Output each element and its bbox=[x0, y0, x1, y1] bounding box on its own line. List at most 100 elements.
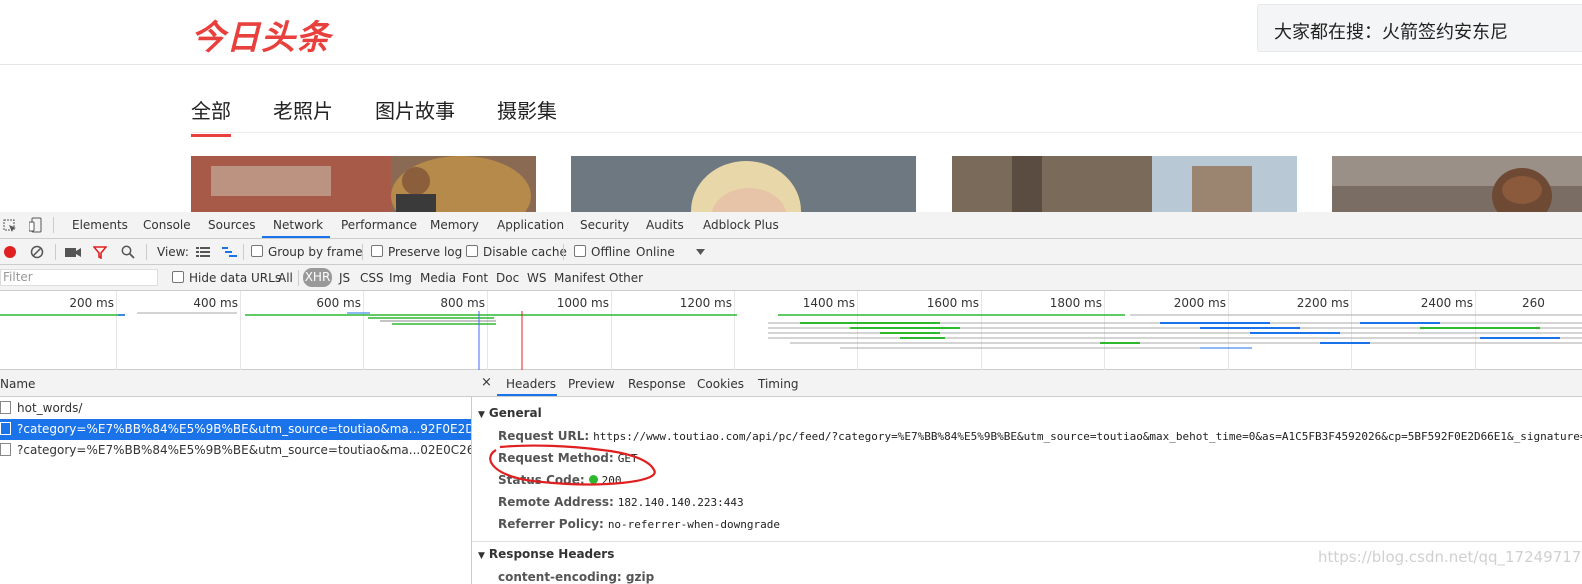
screenshot-camera-icon[interactable] bbox=[65, 246, 81, 258]
response-headers-title: Response Headers bbox=[488, 547, 615, 561]
filter-type-js[interactable]: JS bbox=[339, 271, 350, 285]
referrer-policy-label: Referrer Policy: bbox=[498, 517, 604, 531]
disable-cache-label: Disable cache bbox=[483, 245, 567, 259]
remote-address-label: Remote Address: bbox=[498, 495, 614, 509]
group-by-frame-label: Group by frame bbox=[268, 245, 363, 259]
section-divider bbox=[472, 541, 1582, 542]
response-header-row: content-encoding: gzip bbox=[498, 570, 654, 584]
separator bbox=[243, 244, 244, 260]
search-box[interactable]: 大家都在搜：火箭签约安东尼 bbox=[1257, 4, 1582, 52]
throttle-value: Online bbox=[636, 245, 675, 259]
request-name: hot_words/ bbox=[17, 401, 83, 415]
network-toolbar: View: Group by frame Preserve log Disabl… bbox=[0, 239, 1582, 265]
devtools-tabbar: Elements Console Sources Network Perform… bbox=[0, 212, 1582, 239]
offline-checkbox[interactable]: Offline bbox=[574, 245, 630, 259]
filter-type-ws[interactable]: WS bbox=[527, 271, 546, 285]
tab-all[interactable]: 全部 bbox=[191, 95, 231, 137]
separator bbox=[563, 244, 564, 260]
separator bbox=[298, 270, 299, 286]
offline-label: Offline bbox=[591, 245, 631, 259]
gallery-thumbnail[interactable] bbox=[191, 156, 536, 212]
filter-icon[interactable] bbox=[93, 245, 107, 259]
tabs-divider bbox=[191, 132, 1582, 133]
tab-audits[interactable]: Audits bbox=[646, 218, 684, 232]
filter-type-img[interactable]: Img bbox=[389, 271, 412, 285]
hide-data-urls-label: Hide data URLs bbox=[189, 271, 282, 285]
header-divider bbox=[0, 64, 1582, 65]
site-logo[interactable]: 今日头条 bbox=[191, 10, 331, 59]
tab-network[interactable]: Network bbox=[273, 218, 323, 232]
large-rows-icon[interactable] bbox=[196, 246, 210, 258]
request-row[interactable]: hot_words/ bbox=[0, 398, 471, 419]
referrer-policy-value: no-referrer-when-downgrade bbox=[607, 518, 780, 531]
active-tab-indicator bbox=[262, 236, 330, 238]
disable-cache-checkbox[interactable]: Disable cache bbox=[466, 245, 567, 259]
request-url-value: https://www.toutiao.com/api/pc/feed/?cat… bbox=[593, 430, 1582, 443]
separator bbox=[55, 244, 56, 260]
filter-type-doc[interactable]: Doc bbox=[496, 271, 519, 285]
filter-type-css[interactable]: CSS bbox=[360, 271, 384, 285]
filter-type-font[interactable]: Font bbox=[462, 271, 488, 285]
tab-sources[interactable]: Sources bbox=[208, 218, 255, 232]
chevron-down-icon[interactable] bbox=[696, 249, 705, 255]
network-overview-timeline[interactable]: 200 ms 400 ms 600 ms 800 ms 1000 ms 1200… bbox=[0, 291, 1582, 370]
tab-old-photos[interactable]: 老照片 bbox=[273, 95, 333, 137]
filter-type-xhr[interactable]: XHR bbox=[303, 268, 332, 287]
filter-type-all[interactable]: All bbox=[278, 271, 293, 285]
throttle-select[interactable]: Online bbox=[636, 245, 675, 259]
red-hand-drawn-circle-annotation bbox=[489, 444, 656, 486]
timeline-bars bbox=[0, 311, 1582, 370]
view-label: View: bbox=[157, 245, 189, 259]
webpage: 今日头条 大家都在搜：火箭签约安东尼 全部 老照片 图片故事 摄影集 bbox=[0, 0, 1582, 212]
watermark-text: https://blog.csdn.net/qq_17249717 bbox=[1318, 548, 1582, 566]
filter-type-media[interactable]: Media bbox=[420, 271, 456, 285]
search-icon[interactable] bbox=[121, 245, 135, 259]
group-by-frame-checkbox[interactable]: Group by frame bbox=[251, 245, 362, 259]
search-placeholder: 大家都在搜：火箭签约安东尼 bbox=[1274, 22, 1508, 43]
devtools-panel: Elements Console Sources Network Perform… bbox=[0, 212, 1582, 584]
tab-elements[interactable]: Elements bbox=[72, 218, 128, 232]
response-headers-section-header[interactable]: ▼ Response Headers bbox=[478, 547, 614, 561]
tab-photo-albums[interactable]: 摄影集 bbox=[497, 95, 557, 137]
gallery-thumbnail[interactable] bbox=[1332, 156, 1582, 212]
gallery-thumbnail[interactable] bbox=[952, 156, 1297, 212]
category-tabs: 全部 老照片 图片故事 摄影集 bbox=[191, 95, 599, 137]
tab-timing[interactable]: Timing bbox=[758, 377, 799, 391]
tab-application[interactable]: Application bbox=[497, 218, 564, 232]
file-icon bbox=[0, 422, 11, 435]
request-row-selected[interactable]: ?category=%E7%BB%84%E5%9B%BE&utm_source=… bbox=[0, 419, 471, 440]
response-header-text: content-encoding: gzip bbox=[498, 570, 655, 584]
name-column-header[interactable]: Name bbox=[0, 370, 472, 397]
clear-icon[interactable] bbox=[30, 245, 44, 259]
tab-security[interactable]: Security bbox=[580, 218, 629, 232]
tab-memory[interactable]: Memory bbox=[430, 218, 479, 232]
record-icon[interactable] bbox=[3, 245, 17, 259]
request-name: ?category=%E7%BB%84%E5%9B%BE&utm_source=… bbox=[17, 443, 471, 457]
preserve-log-label: Preserve log bbox=[388, 245, 463, 259]
remote-address-value: 182.140.140.223:443 bbox=[617, 496, 744, 509]
file-icon bbox=[0, 401, 11, 414]
device-toolbar-icon[interactable] bbox=[29, 217, 43, 233]
request-row[interactable]: ?category=%E7%BB%84%E5%9B%BE&utm_source=… bbox=[0, 440, 471, 461]
tab-photo-stories[interactable]: 图片故事 bbox=[375, 95, 455, 137]
filter-type-manifest[interactable]: Manifest bbox=[554, 271, 605, 285]
tab-adblock-plus[interactable]: Adblock Plus bbox=[703, 218, 779, 232]
referrer-policy-row: Referrer Policy: no-referrer-when-downgra… bbox=[498, 517, 780, 531]
separator bbox=[146, 244, 147, 260]
remote-address-row: Remote Address: 182.140.140.223:443 bbox=[498, 495, 744, 509]
tab-cookies[interactable]: Cookies bbox=[697, 377, 744, 391]
filter-type-other[interactable]: Other bbox=[609, 271, 643, 285]
filter-input[interactable]: Filter bbox=[0, 269, 158, 286]
tab-performance[interactable]: Performance bbox=[341, 218, 417, 232]
gallery-thumbnail[interactable] bbox=[571, 156, 916, 212]
waterfall-overview-icon[interactable] bbox=[222, 246, 238, 258]
file-icon bbox=[0, 443, 11, 456]
request-name: ?category=%E7%BB%84%E5%9B%BE&utm_source=… bbox=[17, 422, 471, 436]
separator bbox=[53, 217, 54, 233]
tab-console[interactable]: Console bbox=[143, 218, 191, 232]
inspect-element-icon[interactable] bbox=[3, 219, 17, 233]
preserve-log-checkbox[interactable]: Preserve log bbox=[371, 245, 462, 259]
hide-data-urls-checkbox[interactable]: Hide data URLs bbox=[172, 271, 281, 285]
separator bbox=[362, 244, 363, 260]
triangle-down-icon: ▼ bbox=[478, 551, 485, 561]
